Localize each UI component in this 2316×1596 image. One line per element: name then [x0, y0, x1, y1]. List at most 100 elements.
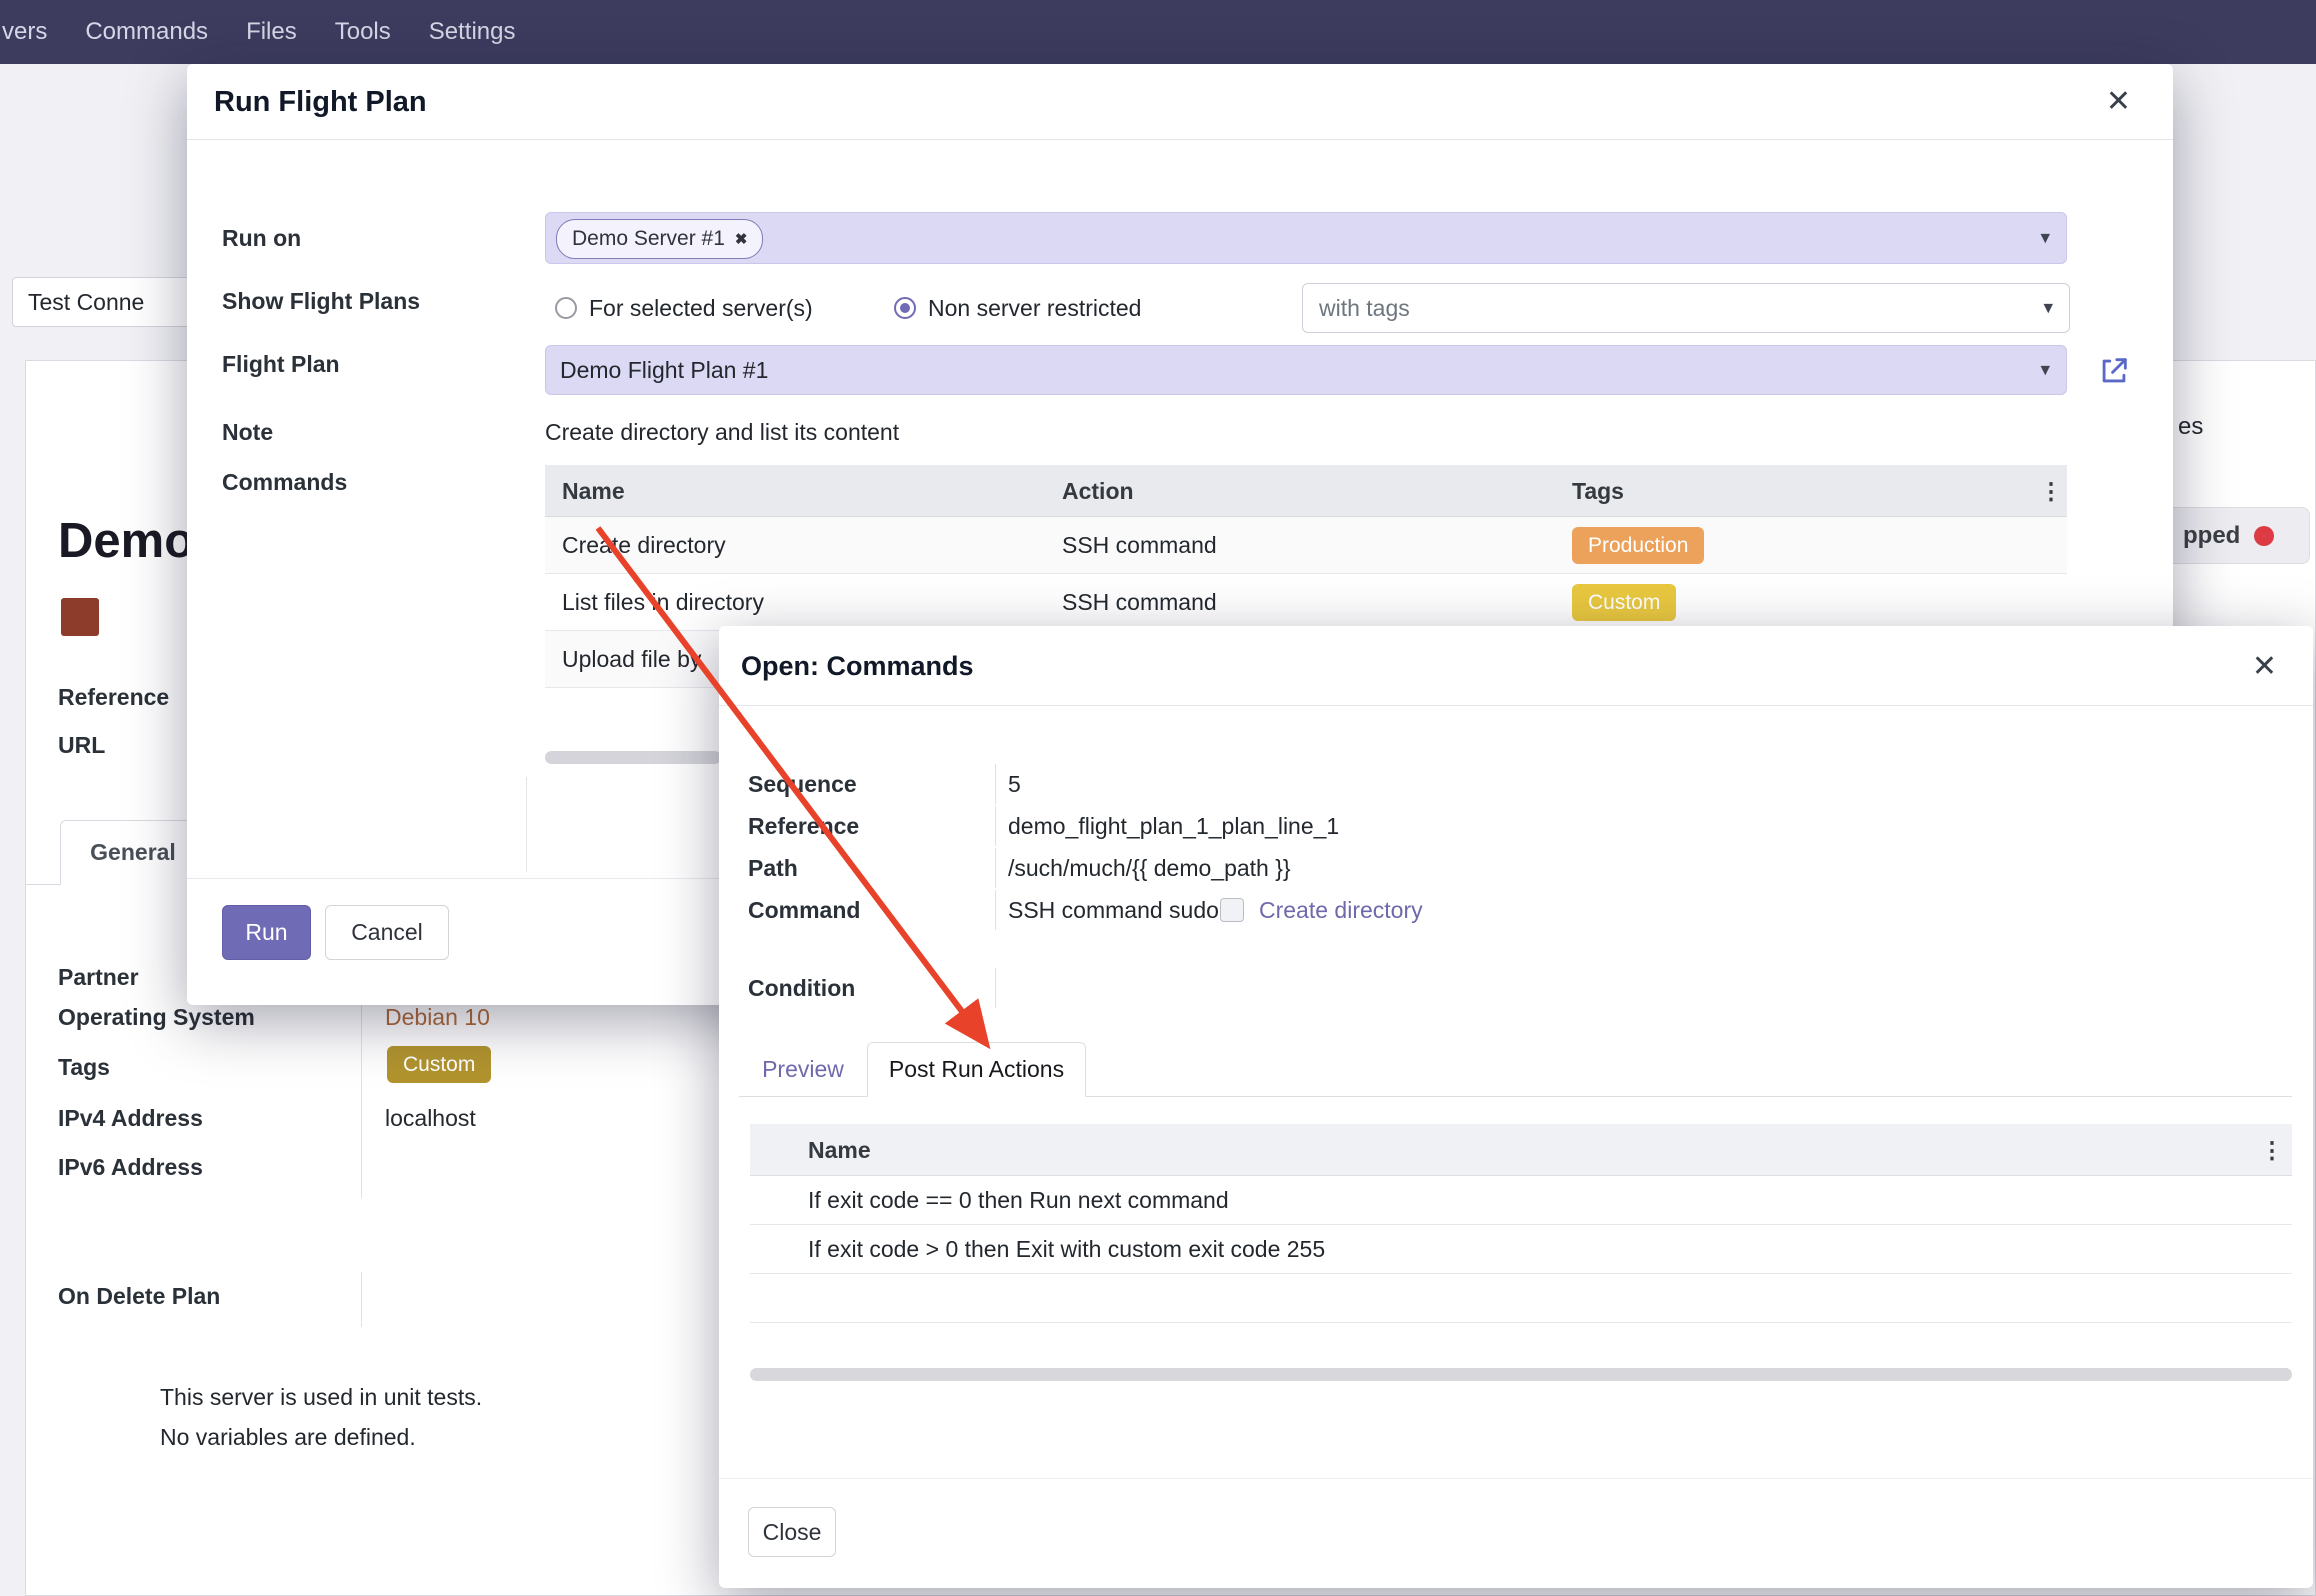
kebab-menu-icon[interactable]: ⋮ — [2035, 477, 2067, 505]
partner-label: Partner — [58, 963, 139, 991]
flight-plan-label: Flight Plan — [222, 350, 340, 378]
path-value: /such/much/{{ demo_path }} — [1008, 854, 1291, 882]
open-commands-modal: Open: Commands ✕ Sequence 5 Reference de… — [719, 626, 2313, 1588]
tag-badge-custom: Custom — [1572, 584, 1676, 621]
cancel-button-label: Cancel — [351, 919, 423, 946]
sequence-label: Sequence — [748, 770, 857, 798]
tab-post-run-actions[interactable]: Post Run Actions — [867, 1042, 1086, 1097]
sequence-value: 5 — [1008, 770, 1021, 798]
post-run-actions-table: Name ⋮ If exit code == 0 then Run next c… — [750, 1124, 2292, 1323]
nav-item-files[interactable]: Files — [246, 18, 297, 46]
operating-system-value[interactable]: Debian 10 — [385, 1003, 490, 1031]
modal-header: Run Flight Plan ✕ — [187, 64, 2173, 140]
reference-label: Reference — [748, 812, 859, 840]
server-tag-chip[interactable]: Demo Server #1 ✖ — [556, 219, 763, 259]
tab-general-label: General — [90, 839, 176, 866]
reference-value: demo_flight_plan_1_plan_line_1 — [1008, 812, 1339, 840]
flight-plan-select[interactable]: Demo Flight Plan #1 ▾ — [545, 345, 2067, 395]
col-header-tags[interactable]: Tags — [1572, 477, 2035, 505]
with-tags-select[interactable]: with tags ▾ — [1302, 283, 2070, 333]
field-separator-line — [995, 764, 996, 804]
operating-system-label: Operating System — [58, 1003, 255, 1031]
cell-action: SSH command — [1062, 588, 1572, 616]
tags-label: Tags — [58, 1053, 110, 1081]
cancel-button[interactable]: Cancel — [325, 905, 449, 960]
col-header-name[interactable]: Name — [808, 1136, 2252, 1164]
run-button[interactable]: Run — [222, 905, 311, 960]
horizontal-scrollbar[interactable] — [750, 1368, 2292, 1381]
nav-item-tools[interactable]: Tools — [335, 18, 391, 46]
tab-general[interactable]: General — [60, 820, 206, 885]
record-title: Demo — [58, 512, 194, 570]
command-value: SSH command sudo — [1008, 896, 1219, 924]
unit-test-note-2: No variables are defined. — [160, 1423, 416, 1451]
on-delete-plan-label: On Delete Plan — [58, 1282, 220, 1310]
col-header-name[interactable]: Name — [545, 477, 1062, 505]
color-swatch[interactable] — [61, 598, 99, 636]
chevron-down-icon[interactable]: ▾ — [2040, 359, 2050, 382]
cell-action: SSH command — [1062, 531, 1572, 559]
unit-test-note-1: This server is used in unit tests. — [160, 1383, 482, 1411]
radio-for-selected-servers-label[interactable]: For selected server(s) — [589, 294, 813, 322]
screen: vers Commands Files Tools Settings Test … — [0, 0, 2316, 1596]
field-separator-line — [995, 890, 996, 930]
field-separator-line — [995, 806, 996, 846]
run-on-label: Run on — [222, 224, 301, 252]
radio-for-selected-servers[interactable] — [555, 297, 577, 319]
table-row[interactable]: If exit code > 0 then Exit with custom e… — [750, 1225, 2292, 1274]
radio-non-server-restricted-label[interactable]: Non server restricted — [928, 294, 1141, 322]
nav-item-servers[interactable]: vers — [2, 18, 47, 46]
ipv4-value: localhost — [385, 1104, 476, 1132]
reference-label: Reference — [58, 683, 169, 711]
actions-table-header: Name ⋮ — [750, 1124, 2292, 1176]
flight-plan-value: Demo Flight Plan #1 — [560, 356, 768, 384]
modal-title: Open: Commands — [741, 652, 974, 680]
table-row[interactable]: Create directory SSH command Production — [545, 517, 2067, 574]
table-row[interactable]: If exit code == 0 then Run next command — [750, 1176, 2292, 1225]
run-on-tags-field[interactable]: Demo Server #1 ✖ ▾ — [545, 212, 2067, 264]
radio-non-server-restricted[interactable] — [894, 297, 916, 319]
condition-label: Condition — [748, 974, 855, 1002]
close-icon[interactable]: ✕ — [2106, 87, 2131, 117]
open-flight-plan-button[interactable] — [2097, 354, 2131, 388]
field-separator-line — [995, 968, 996, 1008]
cell-name: If exit code == 0 then Run next command — [808, 1186, 2252, 1214]
tab-preview-label: Preview — [762, 1055, 844, 1083]
test-connection-button[interactable]: Test Conne — [12, 277, 196, 327]
layout-divider-line — [526, 777, 527, 872]
modal-title: Run Flight Plan — [214, 88, 427, 116]
note-value: Create directory and list its content — [545, 418, 899, 446]
table-row[interactable]: List files in directory SSH command Cust… — [545, 574, 2067, 631]
modal-header: Open: Commands ✕ — [719, 626, 2313, 706]
table-empty-row — [750, 1274, 2292, 1323]
cell-name: Create directory — [545, 531, 1062, 559]
nav-item-commands[interactable]: Commands — [85, 18, 208, 46]
col-header-action[interactable]: Action — [1062, 477, 1572, 505]
show-flight-plans-label: Show Flight Plans — [222, 287, 420, 315]
remove-tag-icon[interactable]: ✖ — [735, 230, 748, 248]
external-link-icon — [2097, 354, 2131, 388]
tab-preview[interactable]: Preview — [739, 1042, 867, 1096]
chevron-down-icon[interactable]: ▾ — [2043, 297, 2053, 320]
test-connection-label: Test Conne — [28, 288, 144, 316]
field-separator-line — [361, 1272, 362, 1327]
server-tag-label: Demo Server #1 — [572, 227, 725, 251]
modal-footer-divider — [719, 1478, 2313, 1479]
ipv6-label: IPv6 Address — [58, 1153, 203, 1181]
command-record-link[interactable]: Create directory — [1259, 896, 1423, 924]
run-button-label: Run — [245, 919, 287, 946]
status-label-fragment: pped — [2183, 522, 2240, 550]
close-icon[interactable]: ✕ — [2252, 652, 2277, 682]
kebab-menu-icon[interactable]: ⋮ — [2252, 1136, 2292, 1164]
horizontal-scrollbar[interactable] — [545, 751, 721, 764]
nav-item-settings[interactable]: Settings — [429, 18, 516, 46]
chevron-down-icon[interactable]: ▾ — [2040, 227, 2050, 250]
close-button[interactable]: Close — [748, 1507, 836, 1557]
command-label: Command — [748, 896, 860, 924]
cell-name: List files in directory — [545, 588, 1062, 616]
command-checkbox[interactable] — [1220, 898, 1244, 922]
url-label: URL — [58, 731, 105, 759]
commands-label: Commands — [222, 468, 347, 496]
field-separator-line — [995, 848, 996, 888]
with-tags-placeholder: with tags — [1319, 294, 1410, 322]
